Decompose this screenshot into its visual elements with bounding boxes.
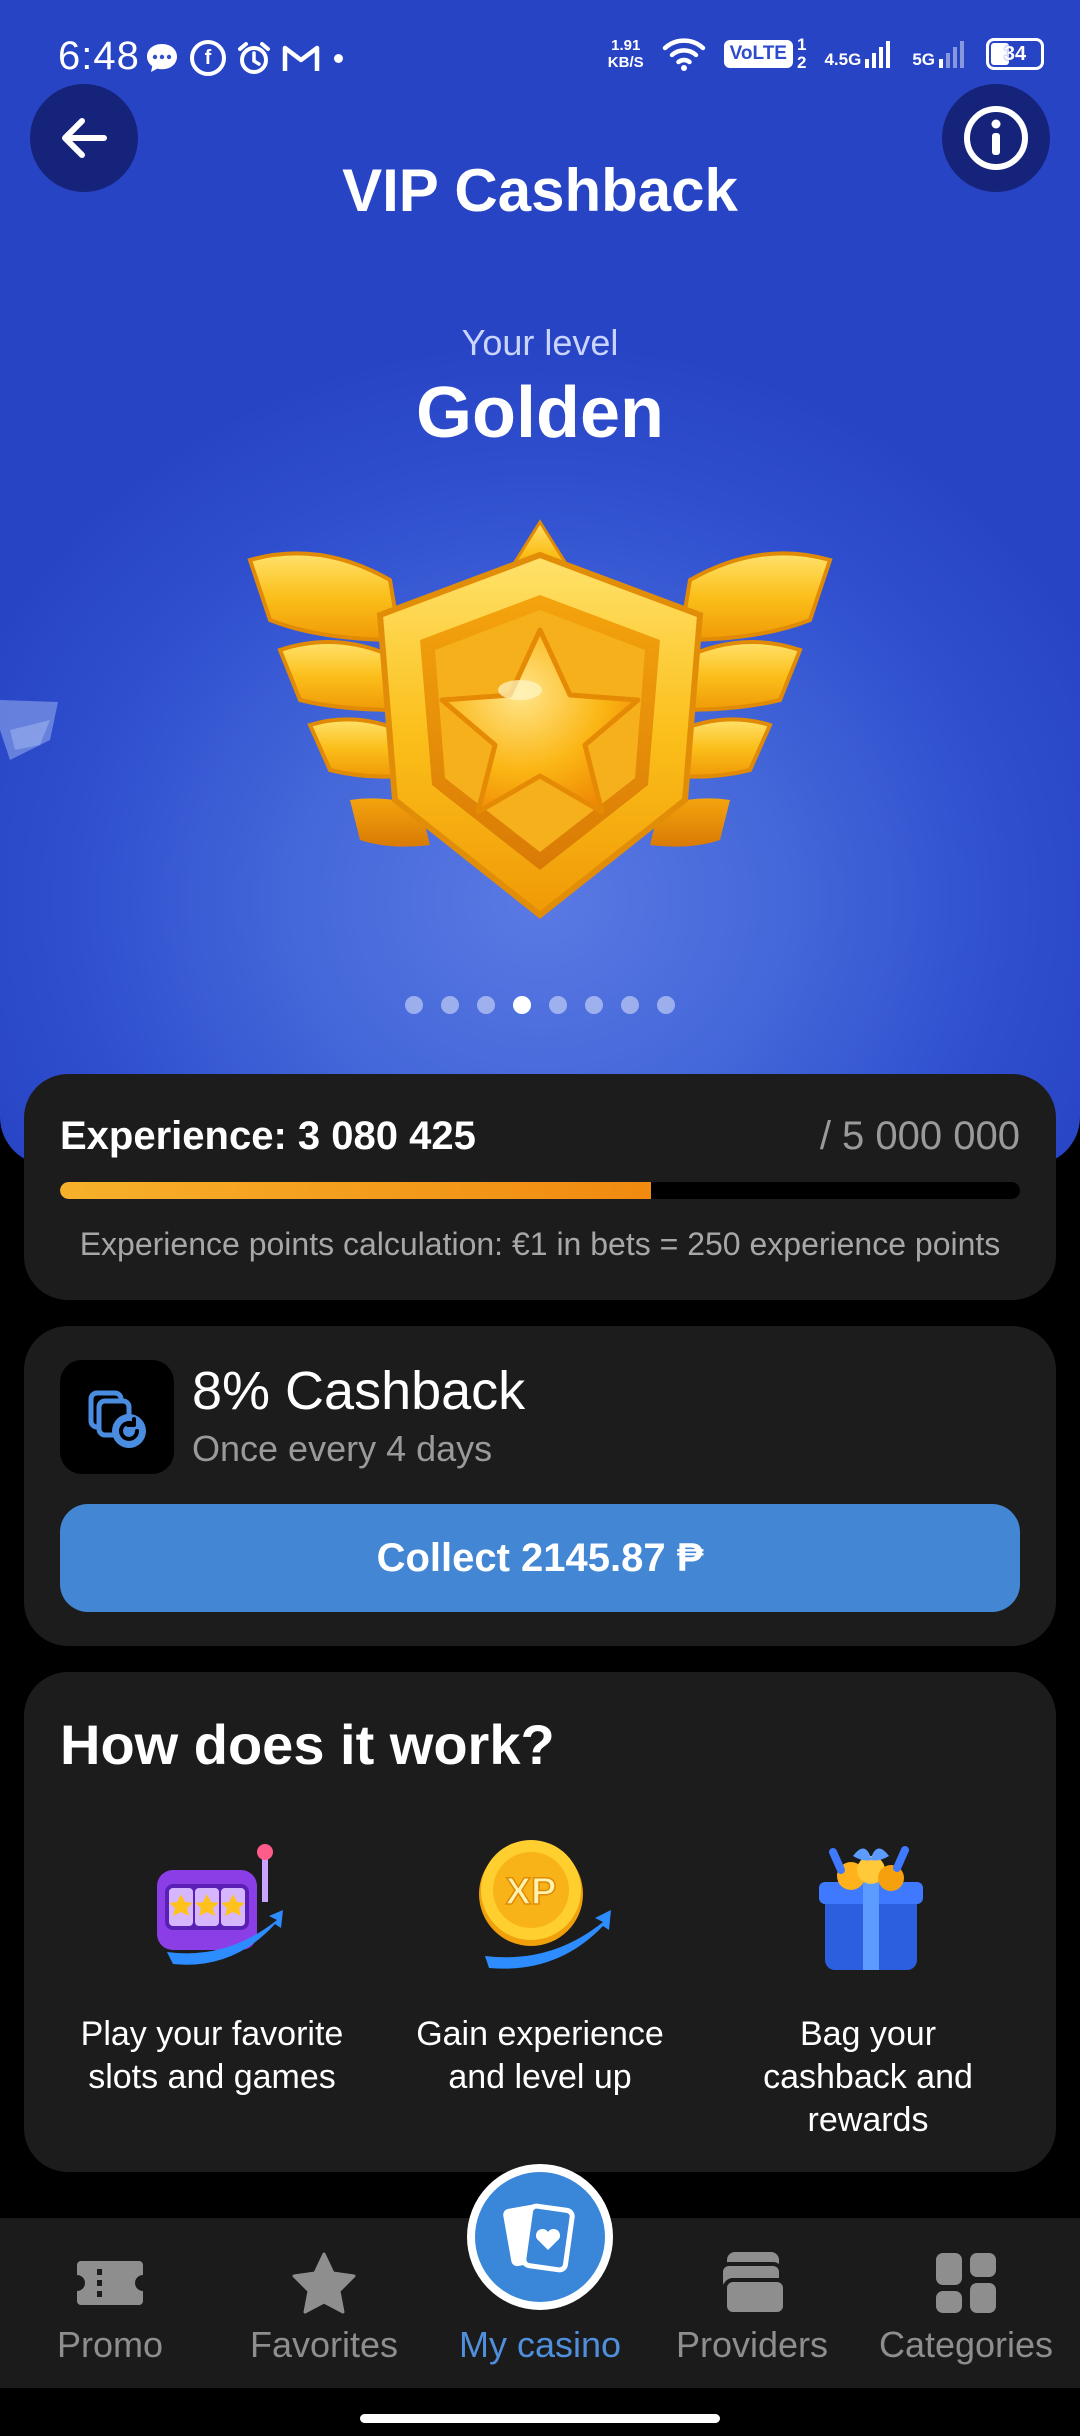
status-bar: 6:48 f 1.91 KB/S VoLTE 12 4.5G 5G 34 (0, 0, 1080, 115)
xp-coin-icon: XP (479, 1840, 611, 1969)
carousel-dot[interactable] (585, 996, 603, 1014)
step-gain-xp: XP Gain experience and level up (380, 1832, 700, 2099)
cashback-frequency: Once every 4 days (192, 1428, 493, 1469)
ticket-icon (77, 2261, 143, 2305)
experience-max: / 5 000 000 (819, 1114, 1020, 1158)
step-gain-xp-text: Gain experience and level up (380, 2013, 700, 2099)
step-play-line2: slots and games (88, 2058, 336, 2096)
level-caption: Your level (461, 322, 619, 363)
how-it-works-title: How does it work? (60, 1713, 555, 1776)
experience-label: Experience: 3 080 425 (60, 1114, 476, 1158)
cards-return-icon (88, 1390, 146, 1448)
carousel-dot[interactable] (405, 996, 423, 1014)
signal-bars-1-icon (865, 41, 891, 68)
my-casino-button[interactable] (467, 2164, 613, 2310)
level-carousel-indicator[interactable] (0, 996, 1080, 1014)
info-button[interactable] (942, 84, 1050, 192)
bottom-navigation: Promo Favorites My casino Providers Cate… (0, 2164, 1080, 2388)
stacked-cards-icon (719, 2252, 787, 2316)
experience-card: Experience: 3 080 425 / 5 000 000 Experi… (24, 1074, 1056, 1300)
gmail-icon (282, 45, 320, 71)
step-gain-xp-line2: and level up (448, 2058, 632, 2096)
experience-progress-fill (60, 1182, 652, 1199)
signal-bars-2-icon (939, 41, 964, 68)
wifi-icon (662, 38, 705, 71)
step-rewards-text: Bag your cashback and rewards (708, 2013, 1028, 2142)
cashback-title: 8% Cashback (192, 1361, 526, 1421)
carousel-dot[interactable] (513, 996, 531, 1014)
step-play: Play your favorite slots and games (52, 1832, 372, 2099)
chat-bubble-icon (147, 44, 177, 72)
playing-cards-icon (503, 2203, 575, 2273)
carousel-dot[interactable] (441, 996, 459, 1014)
sim2-label: 2 (796, 53, 807, 72)
nav-label-favorites: Favorites (249, 2324, 399, 2365)
status-time: 6:48 (58, 34, 140, 78)
network-type-2: 5G (912, 50, 935, 69)
nav-item-promo[interactable]: Promo (10, 2250, 210, 2366)
nav-item-categories[interactable]: Categories (866, 2250, 1066, 2366)
network-speed: 1.91 KB/S (608, 37, 644, 71)
star-icon (292, 2252, 356, 2314)
step-rewards-line1: Bag your (799, 2015, 937, 2053)
home-indicator[interactable] (360, 2414, 720, 2423)
sim1-label: 1 (796, 35, 807, 54)
cashback-icon (60, 1360, 174, 1474)
more-notifications-dot (334, 53, 343, 63)
step-play-text: Play your favorite slots and games (52, 2013, 372, 2099)
page-title: VIP Cashback (342, 157, 738, 224)
previous-badge-preview[interactable] (0, 690, 60, 800)
network-type-1: 4.5G (824, 50, 862, 69)
step-rewards: Bag your cashback and rewards (708, 1832, 1028, 2142)
svg-text:XP: XP (506, 1871, 557, 1913)
hero-section: 6:48 f 1.91 KB/S VoLTE 12 4.5G 5G 34 VIP… (0, 0, 1080, 1165)
sim-numbers: 12 (797, 36, 806, 72)
nav-item-providers[interactable]: Providers (652, 2250, 852, 2366)
battery-level: 34 (1003, 42, 1027, 65)
alarm-icon (238, 42, 270, 74)
info-icon (964, 106, 1028, 170)
nav-label-providers: Providers (675, 2324, 829, 2365)
golden-level-badge (247, 519, 833, 919)
experience-calculation-note: Experience points calculation: €1 in bet… (79, 1226, 1001, 1262)
facebook-icon: f (190, 40, 226, 76)
nav-label-promo: Promo (56, 2324, 164, 2365)
gift-box-icon (819, 1846, 923, 1970)
nav-label-my-casino: My casino (458, 2324, 622, 2365)
carousel-dot[interactable] (657, 996, 675, 1014)
categories-grid-icon (936, 2253, 996, 2313)
step-play-line1: Play your favorite (80, 2015, 344, 2053)
battery-icon: 34 (986, 38, 1044, 70)
step-rewards-line3: rewards (807, 2101, 929, 2139)
network-speed-value: 1.91 (611, 37, 641, 54)
step-gain-xp-line1: Gain experience (416, 2015, 664, 2053)
system-indicators: 1.91 KB/S VoLTE 12 4.5G 5G 34 (608, 36, 1044, 72)
collect-cashback-button[interactable]: Collect 2145.87 ₱ (60, 1504, 1020, 1612)
experience-progress-bar (60, 1182, 1020, 1199)
cashback-card: 8% Cashback Once every 4 days Collect 21… (24, 1326, 1056, 1646)
slot-machine-icon (157, 1844, 283, 1965)
carousel-dot[interactable] (549, 996, 567, 1014)
carousel-dot[interactable] (477, 996, 495, 1014)
nav-label-categories: Categories (878, 2324, 1054, 2365)
notification-icons: f (144, 40, 343, 76)
volte-indicator: VoLTE 12 (723, 36, 806, 72)
signal-sim2: 5G (912, 39, 968, 69)
level-name: Golden (416, 373, 664, 453)
how-it-works-card: How does it work? Play your favorite slo… (24, 1672, 1056, 2172)
step-rewards-line2: cashback and (763, 2058, 973, 2096)
nav-item-favorites[interactable]: Favorites (224, 2250, 424, 2366)
signal-sim1: 4.5G (824, 39, 894, 69)
volte-badge: VoLTE (723, 40, 793, 68)
network-speed-unit: KB/S (607, 54, 644, 71)
carousel-dot[interactable] (621, 996, 639, 1014)
